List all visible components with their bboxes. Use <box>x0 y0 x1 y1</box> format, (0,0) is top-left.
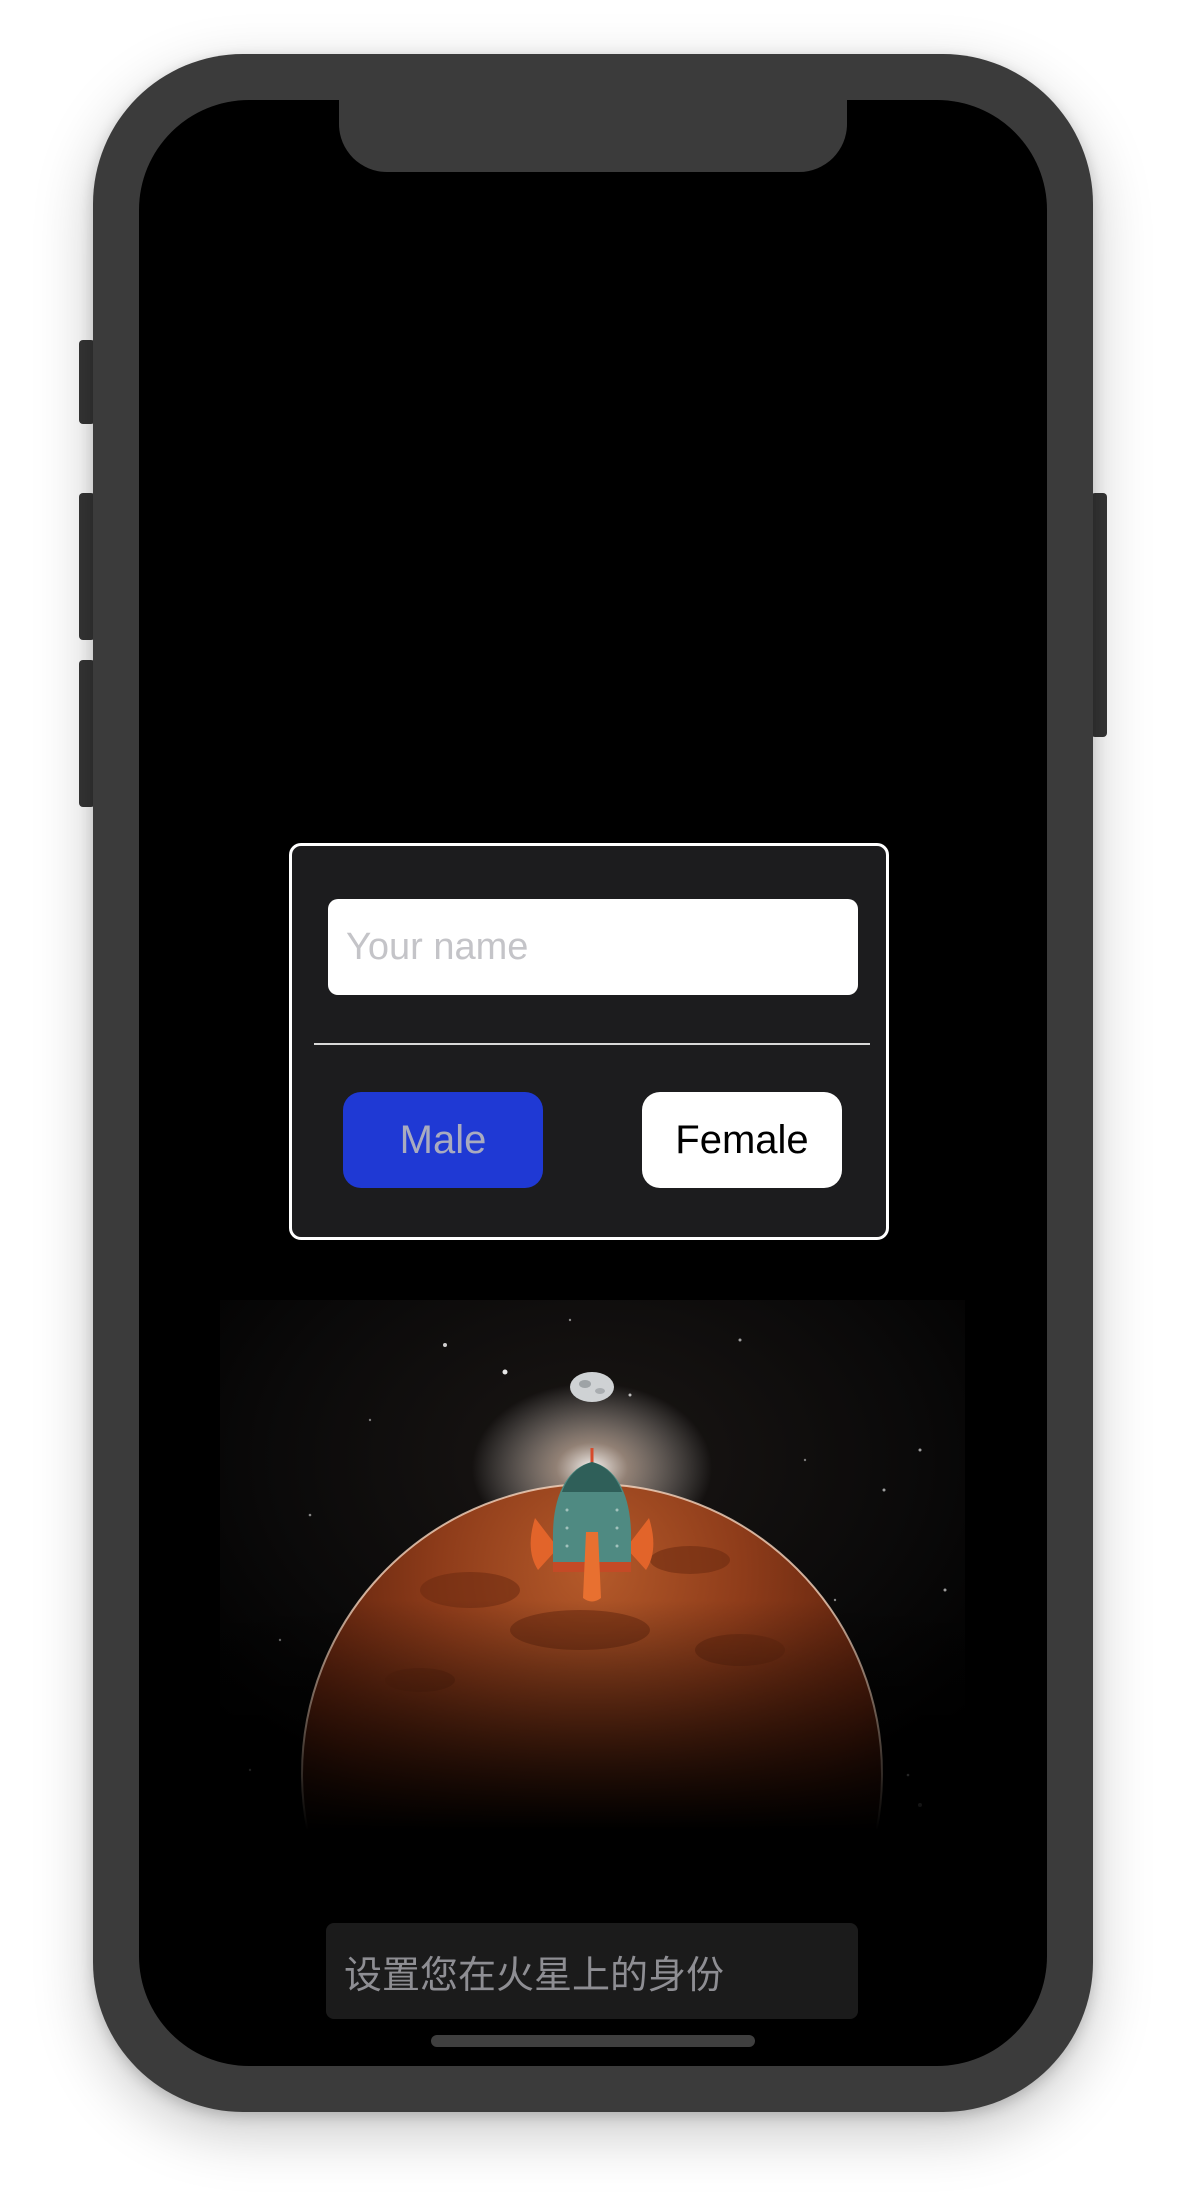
female-button[interactable]: Female <box>642 1092 842 1188</box>
caption-text: 设置您在火星上的身份 <box>344 1952 725 1997</box>
notch <box>339 100 847 172</box>
male-button[interactable]: Male <box>343 1092 543 1188</box>
moon-icon <box>570 1372 614 1402</box>
power-button <box>1091 493 1107 737</box>
app-screen: Male Female <box>139 100 1047 2066</box>
mars-rocket-illustration <box>220 1300 965 1830</box>
identity-caption: 设置您在火星上的身份 <box>326 1923 858 2019</box>
identity-dialog: Male Female <box>289 843 889 1240</box>
device-mockup: Male Female <box>0 0 1186 2200</box>
dialog-divider <box>314 1043 870 1045</box>
home-indicator[interactable] <box>431 2035 755 2047</box>
name-input[interactable] <box>328 899 858 995</box>
